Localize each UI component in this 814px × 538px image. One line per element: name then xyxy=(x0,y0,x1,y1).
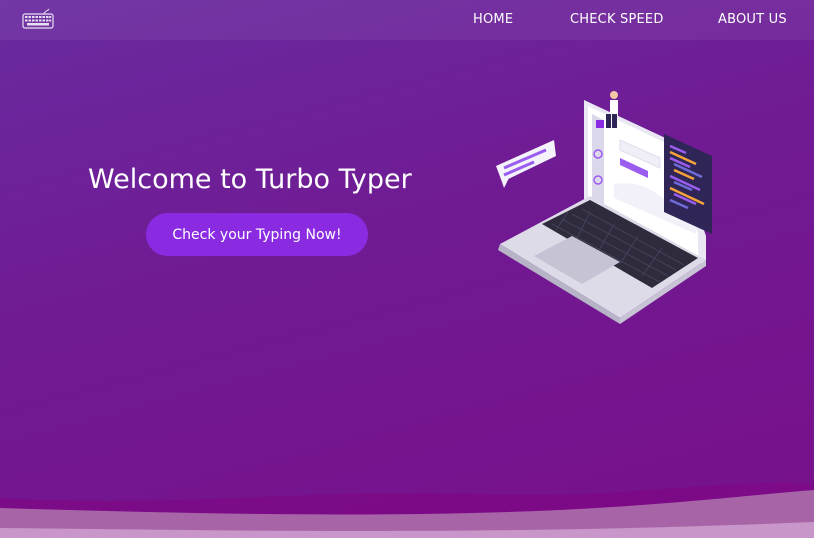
person-figure xyxy=(606,91,618,128)
page: HOME CHECK SPEED ABOUT US Welcome to Tur… xyxy=(0,0,814,538)
nav-about-us-link[interactable]: ABOUT US xyxy=(718,12,787,27)
navbar: HOME CHECK SPEED ABOUT US xyxy=(0,0,814,40)
nav-check-speed-link[interactable]: CHECK SPEED xyxy=(570,12,664,27)
laptop-illustration xyxy=(496,91,712,324)
keyboard-icon[interactable] xyxy=(22,8,54,30)
nav-home-link[interactable]: HOME xyxy=(473,12,513,27)
check-typing-button[interactable]: Check your Typing Now! xyxy=(146,213,368,256)
chat-bubble-icon xyxy=(496,140,556,188)
hero-title: Welcome to Turbo Typer xyxy=(88,164,412,195)
footer-waves xyxy=(0,482,814,538)
